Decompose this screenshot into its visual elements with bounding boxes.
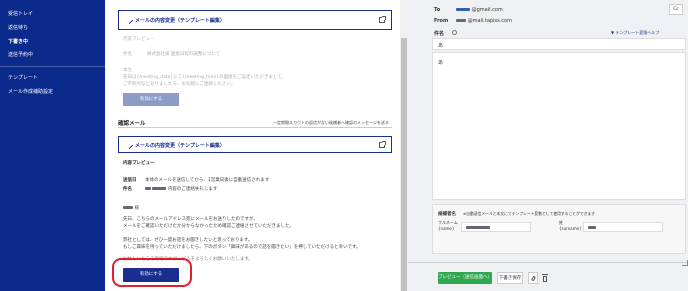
body-line4: もしご興味を持っていただけましたら、下のボタン「興味があるので話を聞きたい」を押… (123, 245, 361, 250)
surname-var: {surname} (559, 226, 582, 231)
scrollbar-thumb[interactable] (401, 38, 407, 291)
subject-text: 内容のご連絡失礼します (145, 186, 217, 192)
save-draft-button[interactable]: 下書き保存 (497, 272, 523, 284)
body-line1: 先日、こちらのメールアドレス宛にメールをお送りしたのですが、 (123, 217, 258, 222)
external-link-icon[interactable] (379, 141, 386, 148)
redacted-name (588, 226, 596, 229)
confirm-preview-label: 内容プレビュー (123, 161, 155, 166)
fullname-var: {name} (438, 226, 455, 231)
sidebar-divider (0, 66, 105, 67)
candidate-label: 候補者名 (438, 212, 456, 217)
top-preview-label: 内容プレビュー (123, 37, 155, 42)
candidate-note: ※自動送信メールと本文にてテンプレート変数として使用することができます (463, 211, 596, 216)
redacted-name (152, 187, 167, 190)
sidebar-item-templates[interactable]: テンプレート (8, 74, 38, 81)
from-value: @mail.tapiss.com (456, 18, 512, 24)
redacted-name (466, 226, 490, 229)
sidebar-item-compose-settings[interactable]: メール作成補助設定 (8, 88, 53, 95)
sidebar-item-drafts[interactable]: 下書き中 (8, 38, 28, 45)
surname-input[interactable] (583, 222, 663, 232)
redacted-name (123, 206, 133, 209)
preview-send-button[interactable]: プレビュー（送信画面へ） (438, 272, 492, 284)
pencil-icon (125, 141, 134, 150)
template-settings-panel: メールの内容変更（テンプレート編集） 内容プレビュー 件名 株式会社様 面接日程… (105, 0, 400, 291)
pencil-icon (125, 16, 134, 25)
sidebar: 受信トレイ 返信待ち 下書き中 送信予約中 テンプレート メール作成補助設定 (0, 0, 105, 291)
sidebar-item-scheduled[interactable]: 送信予約中 (8, 51, 33, 58)
top-edit-template-box[interactable]: メールの内容変更（テンプレート編集） (118, 10, 392, 30)
confirm-edit-template-box[interactable]: メールの内容変更（テンプレート編集） (118, 136, 392, 153)
from-label: From (434, 18, 449, 24)
candidate-name-box: 候補者名 ※自動送信メールと本文にてテンプレート変数として使用することができます… (432, 204, 686, 254)
to-value[interactable]: @gmail.com (456, 7, 503, 13)
paperclip-icon (530, 275, 537, 282)
external-link-icon[interactable] (379, 16, 386, 23)
resize-handle[interactable] (682, 260, 688, 266)
fullname-input[interactable] (461, 222, 531, 232)
redacted-name (145, 187, 151, 190)
confirm-mail-title: 確認メール (118, 121, 146, 127)
redacted-email (456, 19, 466, 22)
top-body-line2: ご不明点などありましたら、お気軽にご連絡ください。 (123, 82, 236, 87)
body-textarea[interactable]: あ (432, 52, 686, 200)
compose-panel: To @gmail.com Cc From @mail.tapiss.com 件… (408, 0, 688, 291)
trash-icon[interactable] (542, 274, 548, 282)
top-subject-label: 件名 (123, 52, 132, 57)
top-body-line1: 先日は{meeting_date}にて{meeting_time}の面接をご設定… (123, 75, 287, 80)
highlight-annotation (112, 258, 192, 287)
send-time-text: 本体のメールを送信してから、1営業日後に自動送信されます (145, 178, 270, 183)
subject-field-label: 件名 (434, 31, 445, 37)
top-subject-text: 株式会社様 面接日程の調整について (147, 52, 221, 57)
to-label: To (434, 7, 441, 13)
sidebar-item-awaiting-reply[interactable]: 返信待ち (8, 24, 28, 31)
subject-input[interactable]: あ (432, 38, 686, 50)
attach-button[interactable] (528, 272, 538, 284)
sidebar-item-inbox[interactable]: 受信トレイ (8, 10, 33, 17)
subject-label: 件名 (123, 187, 132, 192)
top-edit-template-link[interactable]: メールの内容変更（テンプレート編集） (125, 16, 225, 25)
body-greeting: 様 (123, 205, 139, 211)
redacted-email (456, 8, 470, 11)
cc-button[interactable]: Cc (669, 4, 683, 15)
section-divider (118, 127, 392, 128)
help-icon[interactable] (452, 30, 457, 35)
send-time-label: 送信日 (123, 178, 137, 183)
confirm-mail-note: 一定期間スカウトの返信がない候補者へ確認のメッセージを送る (273, 120, 389, 125)
confirm-edit-template-link[interactable]: メールの内容変更（テンプレート編集） (125, 141, 225, 150)
template-help-link[interactable]: ▼ テンプレート変換ヘルプ (611, 30, 659, 36)
body-line2: メールをご確認いただけたか分からなかったため確認ご連絡させていただきました。 (123, 224, 294, 229)
body-line3: 弊社としては、ぜひ一度お話をお聞きしたいと思っております。 (123, 238, 253, 243)
top-body-label: 本文 (123, 68, 132, 73)
footer-divider (408, 262, 688, 263)
top-activate-button[interactable]: 有効にする (123, 93, 179, 106)
